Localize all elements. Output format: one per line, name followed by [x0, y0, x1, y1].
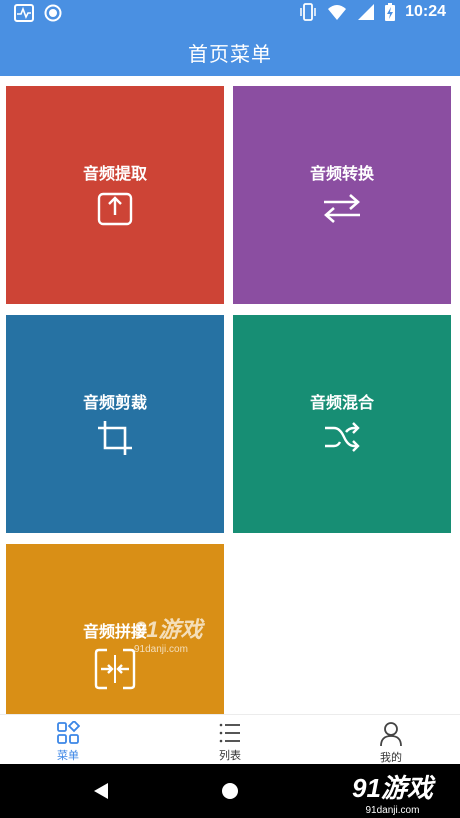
signal-icon [358, 4, 375, 20]
crop-icon [98, 421, 132, 455]
list-icon [219, 723, 240, 743]
tile-label: 音频提取 [82, 164, 147, 183]
nav-menu[interactable]: 菜单 [28, 721, 108, 763]
tile-audio-crop[interactable]: 音频剪裁 [6, 315, 224, 533]
tile-audio-extract[interactable]: 音频提取 [6, 86, 224, 304]
page-title: 首页菜单 [188, 42, 272, 66]
upload-box-icon [97, 192, 133, 226]
swap-arrows-icon [324, 194, 360, 223]
app-bar: 10:24 首页菜单 [0, 0, 460, 76]
shuffle-icon [325, 422, 360, 452]
clock: 10:24 [405, 3, 446, 20]
tile-audio-mix[interactable]: 音频混合 [233, 315, 451, 533]
system-nav-bar: 91游戏 91danji.com [0, 764, 460, 818]
tile-label: 音频剪裁 [82, 393, 147, 412]
wifi-icon [328, 5, 347, 20]
tile-audio-convert[interactable]: 音频转换 [233, 86, 451, 304]
battery-icon [385, 3, 396, 21]
nav-label: 我的 [380, 751, 402, 764]
watermark: 91游戏 91danji.com [134, 617, 203, 655]
person-icon [380, 722, 402, 747]
watermark-corner: 91游戏 91danji.com [352, 773, 433, 816]
record-icon [44, 4, 62, 22]
back-icon[interactable] [94, 783, 108, 799]
tile-label: 音频转换 [309, 164, 374, 183]
nav-label: 列表 [219, 749, 241, 762]
grid-icon [57, 721, 80, 744]
merge-box-icon [94, 648, 136, 690]
nav-label: 菜单 [57, 749, 79, 762]
tile-label: 音频混合 [309, 393, 374, 412]
nav-me[interactable]: 我的 [351, 721, 431, 765]
vibrate-icon [300, 3, 316, 21]
activity-icon [14, 4, 34, 22]
status-bar: 10:24 [0, 0, 460, 28]
bottom-nav: 菜单 列表 我的 [0, 714, 460, 764]
home-icon[interactable] [222, 783, 238, 799]
nav-list[interactable]: 列表 [190, 721, 270, 763]
